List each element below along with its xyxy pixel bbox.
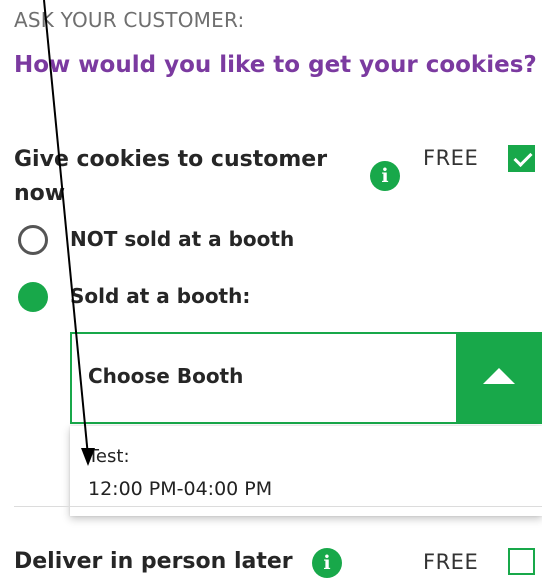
deliver-later-price: FREE (423, 550, 479, 574)
section-eyebrow: ASK YOUR CUSTOMER: (14, 8, 245, 32)
deliver-later-label: Deliver in person later (14, 549, 293, 574)
booth-dropdown-menu: Test: 12:00 PM-04:00 PM (70, 426, 542, 516)
delivery-question: How would you like to get your cookies? (14, 52, 537, 78)
booth-time: 12:00 PM-04:00 PM (88, 478, 273, 500)
give-now-label: Give cookies to customer now (14, 147, 328, 206)
booth-name: Test: (88, 446, 130, 467)
sold-at-booth-label[interactable]: Sold at a booth: (70, 284, 250, 308)
not-sold-at-booth-label[interactable]: NOT sold at a booth (70, 227, 294, 251)
info-icon[interactable]: i (370, 161, 400, 191)
booth-select[interactable]: Choose Booth (70, 332, 542, 424)
chevron-up-icon (483, 368, 515, 384)
info-icon[interactable]: i (312, 548, 342, 578)
order-delivery-screen: ASK YOUR CUSTOMER: How would you like to… (0, 0, 542, 580)
booth-select-toggle-button[interactable] (456, 332, 542, 424)
booth-select-value: Choose Booth (88, 364, 244, 388)
sold-at-booth-radio[interactable] (18, 282, 48, 312)
give-now-price: FREE (423, 146, 479, 170)
not-sold-at-booth-radio[interactable] (18, 225, 48, 255)
give-now-checkbox[interactable] (508, 145, 535, 172)
section-divider (14, 506, 542, 507)
deliver-later-checkbox[interactable] (508, 548, 535, 575)
